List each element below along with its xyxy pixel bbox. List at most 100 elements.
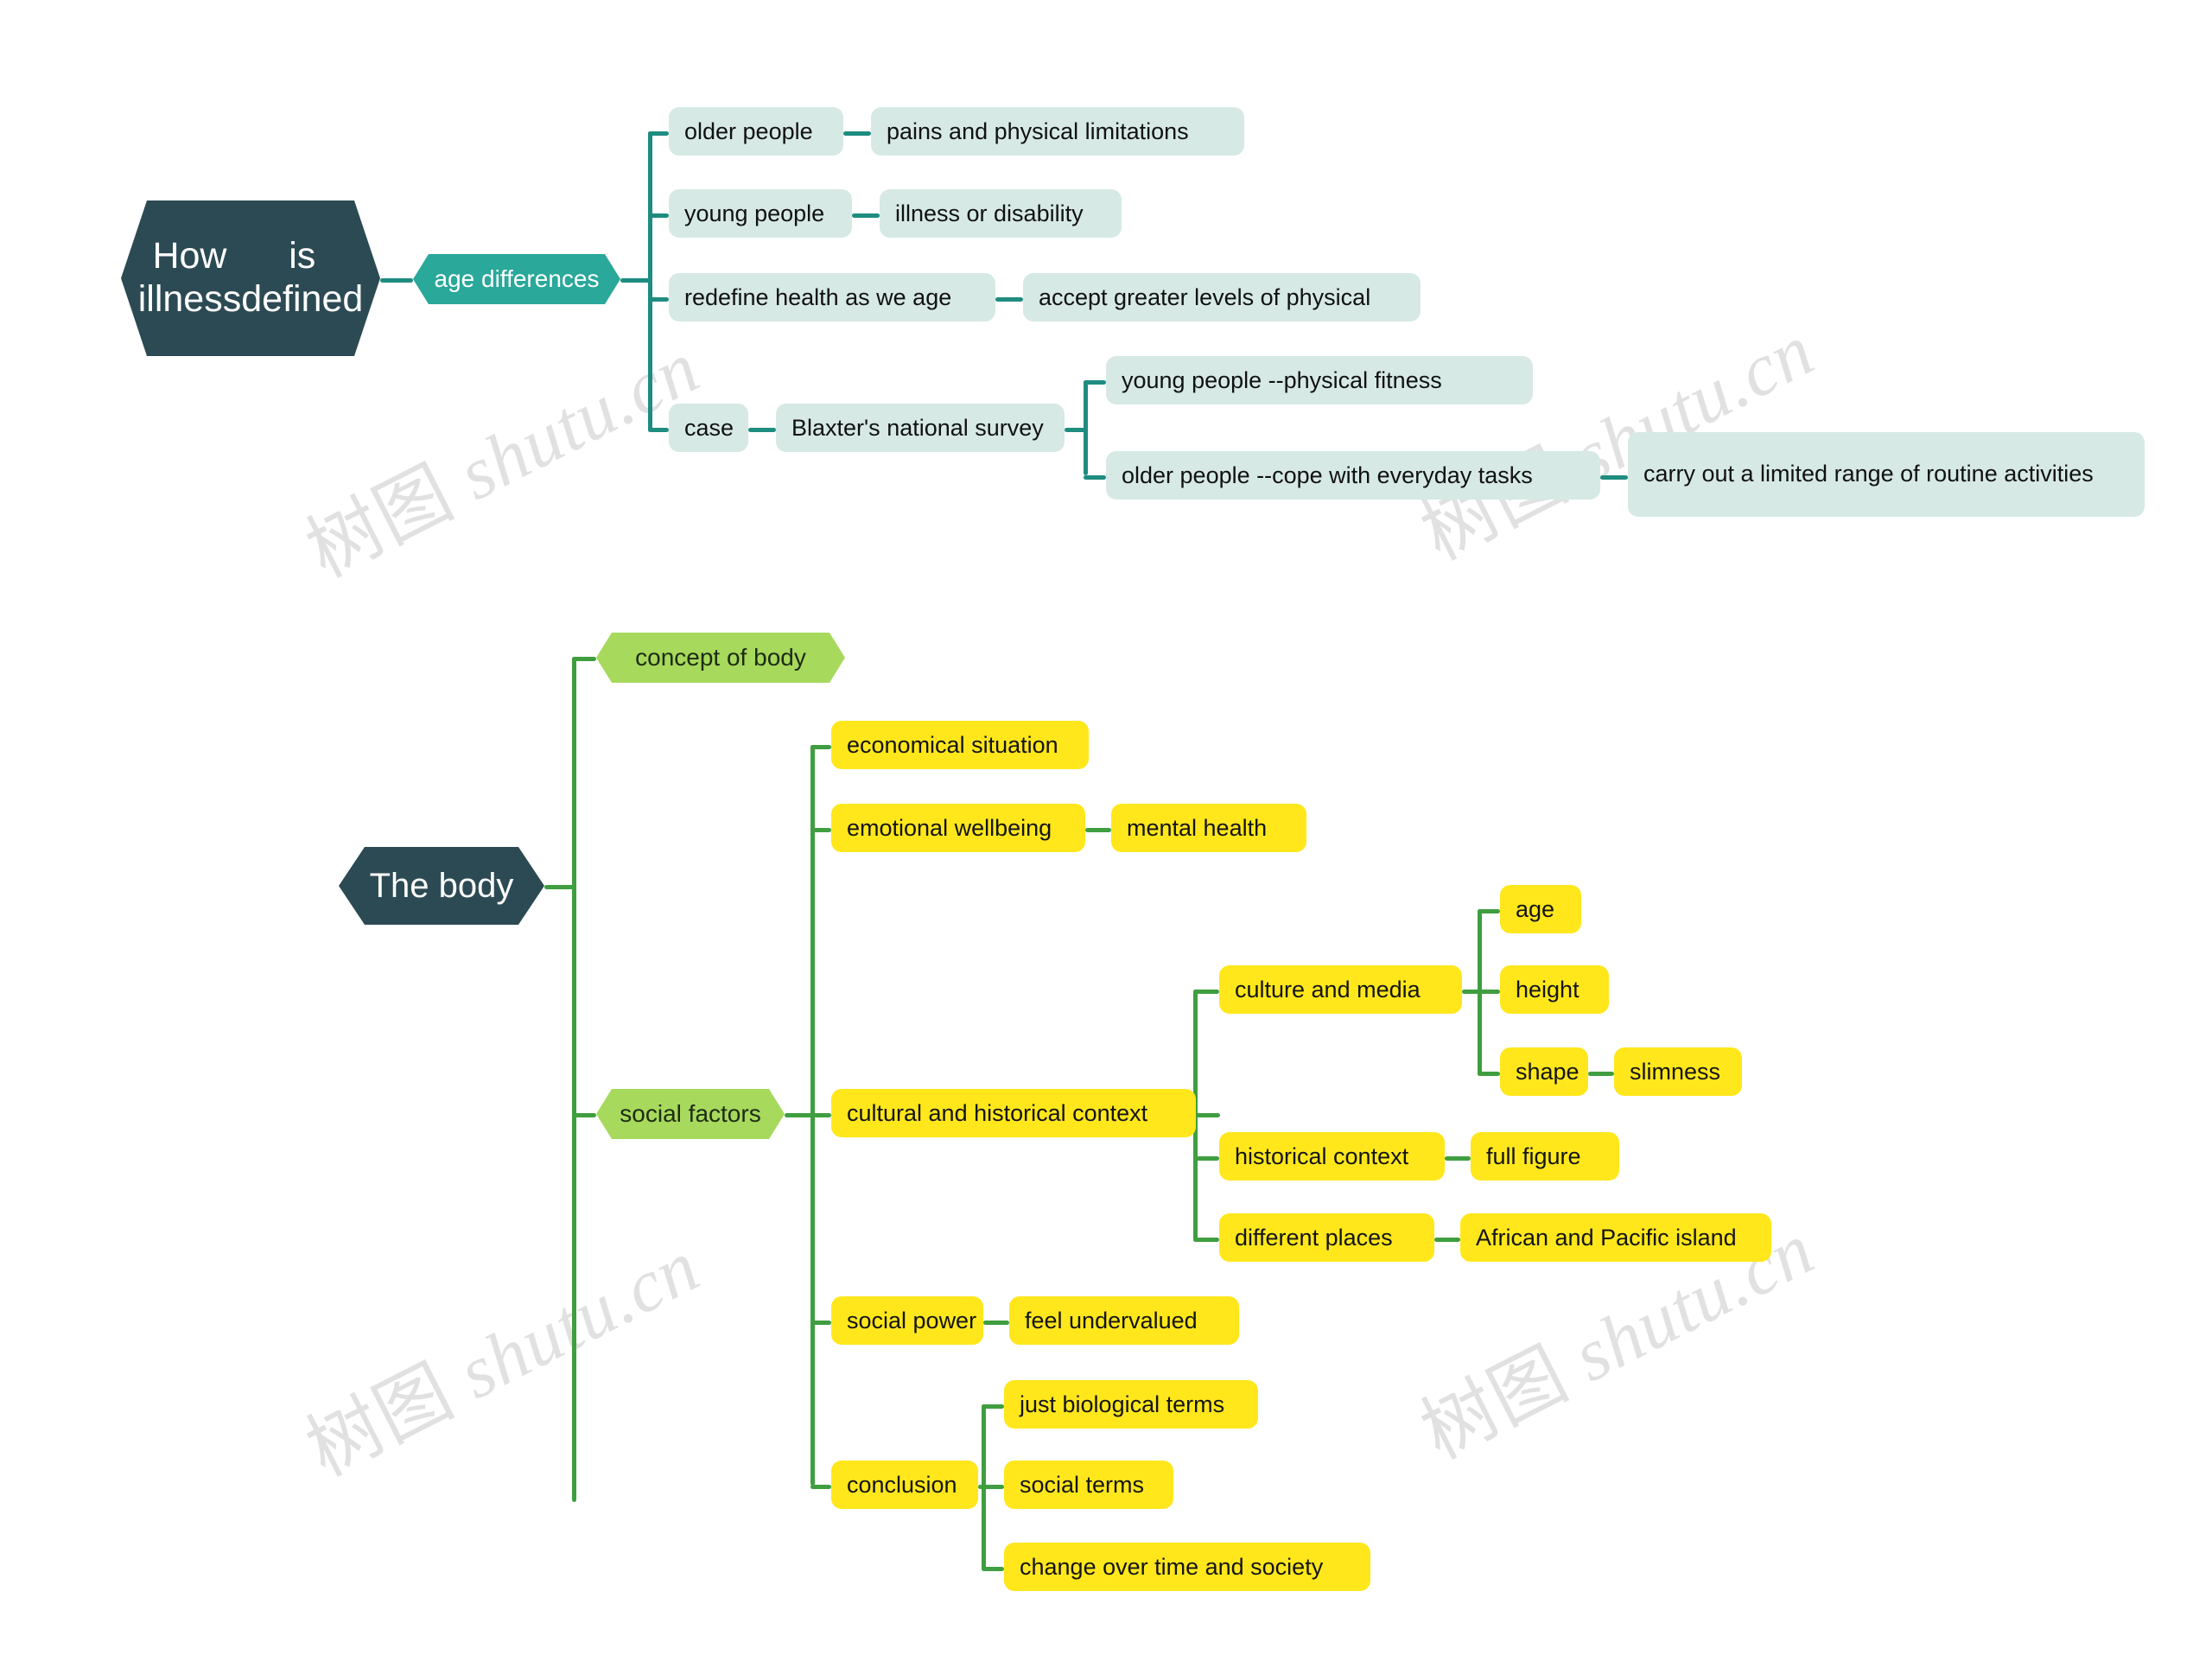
node-label: age [1516,895,1555,922]
connector-bus-to-social-terms [982,1485,1004,1489]
vertical-trunk-the-body [572,657,576,1502]
node-economical-situation[interactable]: economical situation [831,721,1089,769]
node-label: full figure [1486,1143,1581,1169]
connector-root-to-age-differences [380,278,413,283]
connector-bus-to-cultural-historical-context [810,1113,831,1117]
node-age[interactable]: age [1500,885,1581,933]
node-young-people-physical-fitness[interactable]: young people --physical fitness [1106,356,1533,404]
node-african-and-pacific-island[interactable]: African and Pacific island [1460,1213,1771,1262]
connector-bus-to-age [1478,909,1500,913]
node-label: redefine health as we age [684,283,952,310]
node-label: emotional wellbeing [847,814,1052,841]
node-label: mental health [1127,814,1268,841]
connector-bus-to-culture-and-media [1193,990,1219,994]
node-label: social power [847,1307,977,1333]
node-label: different places [1235,1224,1393,1251]
node-height[interactable]: height [1500,965,1609,1014]
node-accept-greater-levels-of-physical[interactable]: accept greater levels of physical [1023,273,1421,321]
node-mental-health[interactable]: mental health [1111,804,1306,852]
node-social-terms[interactable]: social terms [1004,1461,1173,1509]
node-slimness[interactable]: slimness [1614,1047,1742,1096]
node-full-figure[interactable]: full figure [1471,1132,1619,1181]
connector-shape-to-slimness [1588,1072,1614,1076]
node-historical-context[interactable]: historical context [1219,1132,1445,1181]
connector-older-cope-to-carry-out [1600,475,1628,480]
node-label: African and Pacific island [1476,1224,1737,1251]
connector-trunk-to-concept-of-body [572,657,596,661]
connector-social-factors-to-bus [785,1113,814,1117]
connector-older-people-to-pains [843,131,871,136]
connector-trunk-to-social-factors [572,1113,596,1117]
branch-node-age-differences[interactable]: age differences [413,254,620,304]
node-label: older people [684,118,813,144]
vertical-bus-age-differences [648,131,652,432]
connector-bus-to-different-places [1193,1238,1219,1242]
node-label: young people --physical fitness [1122,366,1442,393]
connector-case-to-survey [748,428,776,432]
connector-bus-to-conclusion [810,1485,831,1489]
root-label: The body [369,866,514,905]
node-label: cultural and historical context [847,1099,1148,1126]
node-blaxters-national-survey[interactable]: Blaxter's national survey [776,404,1065,452]
connector-bus-to-older-cope [1084,475,1106,480]
root-node-how-illness-is-defined[interactable]: How illness is defined [121,200,380,356]
root-node-the-body[interactable]: The body [339,847,544,925]
node-label: case [684,414,734,441]
connector-social-power-to-feel-undervalued [983,1321,1009,1325]
node-shape[interactable]: shape [1500,1047,1588,1096]
node-young-people[interactable]: young people [669,189,852,238]
node-label: carry out a limited range of routine act… [1643,461,2094,487]
node-change-over-time-and-society[interactable]: change over time and society [1004,1543,1370,1591]
node-label: just biological terms [1020,1391,1225,1417]
connector-historical-context-to-full-figure [1445,1156,1471,1161]
node-label: shape [1516,1058,1580,1085]
node-case[interactable]: case [669,404,748,452]
node-feel-undervalued[interactable]: feel undervalued [1009,1296,1239,1345]
node-older-people[interactable]: older people [669,107,843,156]
connector-bus-to-emotional-wellbeing [810,828,831,832]
node-cultural-and-historical-context[interactable]: cultural and historical context [831,1089,1196,1137]
node-just-biological-terms[interactable]: just biological terms [1004,1380,1258,1429]
connector-bus-to-social-power [810,1321,831,1325]
connector-different-places-to-african-pacific [1434,1238,1460,1242]
connector-bus-to-young-fitness [1084,380,1106,385]
node-label: older people --cope with everyday tasks [1122,461,1533,488]
node-label: conclusion [847,1471,957,1498]
node-label: social terms [1020,1471,1145,1498]
node-label: young people [684,200,825,226]
connector-bus-to-older-people [648,131,669,136]
connector-bus-to-economical-situation [810,745,831,749]
node-illness-or-disability[interactable]: illness or disability [880,189,1122,238]
branch-node-concept-of-body[interactable]: concept of body [596,633,845,683]
node-label: culture and media [1235,976,1421,1002]
node-different-places[interactable]: different places [1219,1213,1434,1262]
node-carry-out-limited-range-routine-activities[interactable]: carry out a limited range of routine act… [1628,432,2145,517]
node-conclusion[interactable]: conclusion [831,1461,978,1509]
node-redefine-health-as-we-age[interactable]: redefine health as we age [669,273,995,321]
watermark: 树图 shutu.cn [293,1224,712,1493]
root-label-line1: How illness [137,235,242,320]
node-older-people-cope-with-everyday-tasks[interactable]: older people --cope with everyday tasks [1106,451,1600,500]
connector-bus-to-case [648,428,669,432]
vertical-bus-survey [1084,380,1088,475]
connector-bus-to-young-people [648,213,669,218]
node-social-power[interactable]: social power [831,1296,983,1345]
connector-cultural-context-to-bus [1196,1113,1220,1117]
root-label-line2: is defined [241,235,364,320]
mindmap-canvas: 树图 shutu.cn 树图 shutu.cn 树图 shutu.cn 树图 s… [0,0,2212,1674]
node-label: Blaxter's national survey [791,414,1044,441]
node-label: historical context [1235,1143,1409,1169]
connector-bus-to-change-over-time [982,1567,1004,1571]
connector-emotional-wellbeing-to-mental-health [1085,828,1111,832]
node-emotional-wellbeing[interactable]: emotional wellbeing [831,804,1085,852]
node-pains-and-physical-limitations[interactable]: pains and physical limitations [871,107,1244,156]
branch-node-social-factors[interactable]: social factors [596,1089,785,1139]
node-label: illness or disability [895,200,1084,226]
connector-bus-to-redefine-health [648,297,669,302]
branch-label: social factors [620,1100,761,1127]
branch-label: concept of body [635,644,806,671]
node-label: height [1516,976,1580,1002]
node-culture-and-media[interactable]: culture and media [1219,965,1462,1014]
node-label: change over time and society [1020,1553,1324,1580]
connector-bus-to-just-biological-terms [982,1404,1004,1409]
